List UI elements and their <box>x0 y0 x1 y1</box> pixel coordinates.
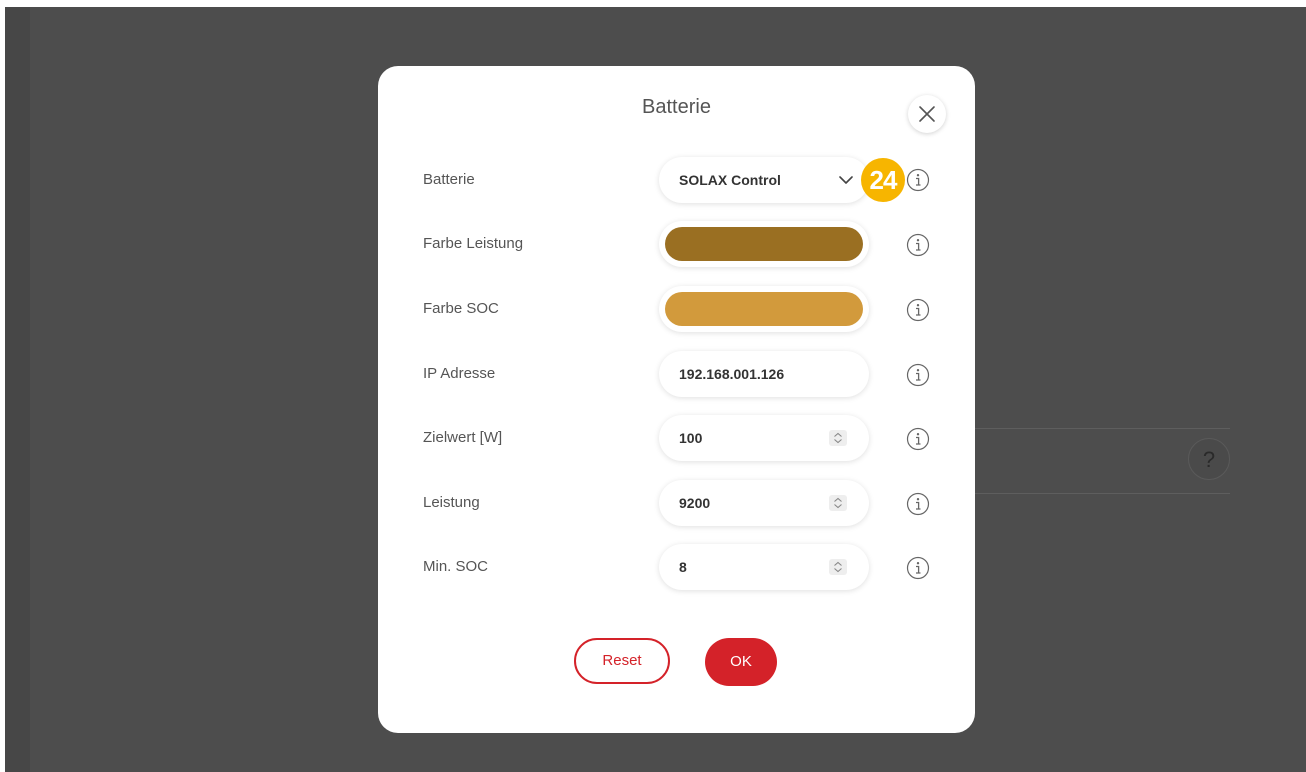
stepper-icon[interactable] <box>829 559 847 575</box>
ip-address-label: IP Adresse <box>423 365 496 382</box>
info-icon[interactable] <box>906 492 930 516</box>
background-sidebar-strip <box>5 7 30 772</box>
min-soc-label: Min. SOC <box>423 558 489 575</box>
stepper-icon[interactable] <box>829 430 847 446</box>
battery-type-label: Batterie <box>423 171 475 188</box>
power-label: Leistung <box>423 494 480 511</box>
info-icon[interactable] <box>906 168 930 192</box>
ok-button[interactable]: OK <box>705 638 777 686</box>
power-input[interactable]: 9200 <box>659 480 869 526</box>
ip-address-input[interactable]: 192.168.001.126 <box>659 351 869 397</box>
close-icon <box>919 106 935 122</box>
info-icon[interactable] <box>906 233 930 257</box>
target-value-input[interactable]: 100 <box>659 415 869 461</box>
dialog-title: Batterie <box>642 96 711 118</box>
power-value: 9200 <box>679 495 711 511</box>
soc-color-picker[interactable] <box>659 286 869 332</box>
min-soc-value: 8 <box>679 559 687 575</box>
info-icon[interactable] <box>906 556 930 580</box>
info-icon[interactable] <box>906 427 930 451</box>
power-color-picker[interactable] <box>659 221 869 267</box>
target-value-label: Zielwert [W] <box>423 429 503 446</box>
power-color-label: Farbe Leistung <box>423 235 524 252</box>
min-soc-input[interactable]: 8 <box>659 544 869 590</box>
battery-dialog: Batterie Batterie SOLAX Control 24 Farbe… <box>378 66 975 733</box>
info-icon[interactable] <box>906 363 930 387</box>
battery-type-select[interactable]: SOLAX Control <box>659 157 869 203</box>
chevron-down-icon <box>839 176 853 184</box>
target-value-value: 100 <box>679 430 703 446</box>
soc-color-swatch <box>665 292 863 326</box>
info-icon[interactable] <box>906 298 930 322</box>
background-divider <box>965 493 1230 494</box>
background-divider <box>965 428 1230 429</box>
background-help-button[interactable]: ? <box>1188 438 1230 480</box>
stepper-icon[interactable] <box>829 495 847 511</box>
ip-address-value: 192.168.001.126 <box>679 366 785 382</box>
soc-color-label: Farbe SOC <box>423 300 499 317</box>
battery-type-value: SOLAX Control <box>679 172 781 188</box>
power-color-swatch <box>665 227 863 261</box>
close-button[interactable] <box>908 95 946 133</box>
reset-button[interactable]: Reset <box>574 638 670 684</box>
annotation-badge: 24 <box>861 158 905 202</box>
